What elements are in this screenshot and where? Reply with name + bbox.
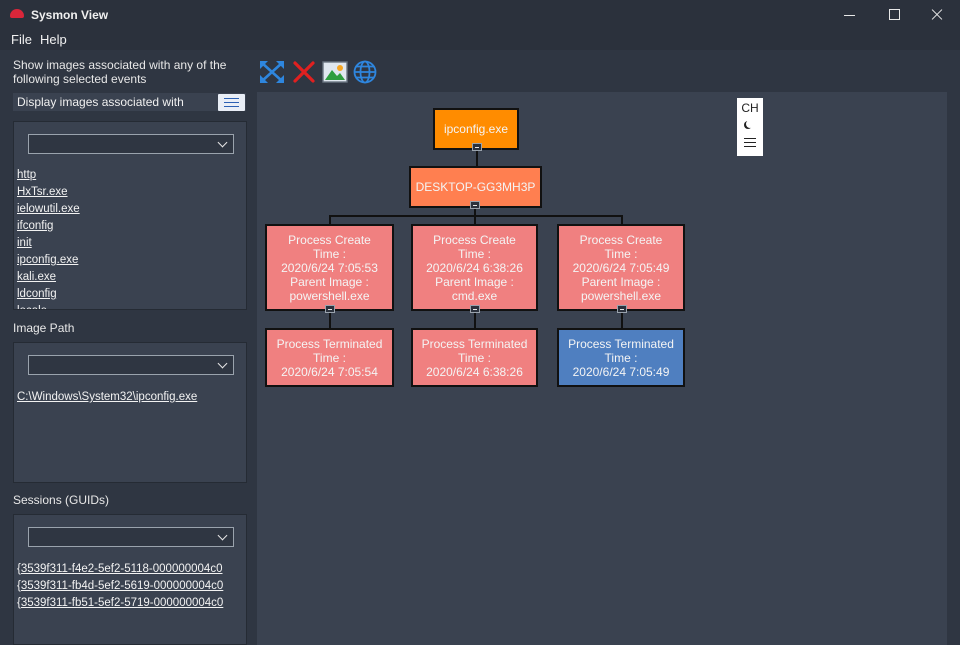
process-create-node[interactable]: Process Create Time : 2020/6/24 7:05:49 … [557,224,685,311]
image-path-dropdown[interactable] [28,355,234,375]
graph-canvas[interactable]: ipconfig.exe DESKTOP-GG3MH3P Process Cre… [257,92,947,645]
filter-panel: Show images associated with any of the f… [0,50,254,645]
event-parent-image: cmd.exe [451,288,498,303]
filter-description: Show images associated with any of the f… [13,58,227,86]
menu-bar: File Help [0,30,960,50]
list-item-link[interactable]: locale [17,305,47,309]
event-time-label: Time : [458,246,491,261]
event-time: 2020/6/24 6:38:26 [426,364,523,379]
event-time: 2020/6/24 7:05:54 [281,364,378,379]
list-item-link[interactable]: C:\Windows\System32\ipconfig.exe [17,391,197,403]
list-item-link[interactable]: ipconfig.exe [17,254,78,266]
connector [474,311,476,329]
list-item-link[interactable]: init [17,237,32,249]
event-parent-label: Parent Image : [581,274,661,289]
list-item-link[interactable]: {3539f311-f4e2-5ef2-5118-000000004c0 [17,563,222,575]
list-item-link[interactable]: ielowutil.exe [17,203,80,215]
menu-help[interactable]: Help [40,32,67,47]
collapse-toggle[interactable] [470,201,480,209]
connector [329,311,331,329]
chevron-down-icon [217,530,228,541]
event-time: 2020/6/24 7:05:49 [572,260,670,275]
collapse-toggle[interactable] [617,305,627,313]
list-item-link[interactable]: ldconfig [17,288,57,300]
window-title: Sysmon View [31,8,109,22]
event-parent-image: powershell.exe [580,288,662,303]
event-title: Process Terminated [568,336,674,351]
sessions-dropdown[interactable] [28,527,234,547]
list-icon [224,98,239,99]
process-create-node[interactable]: Process Create Time : 2020/6/24 6:38:26 … [411,224,538,311]
minimize-button[interactable] [826,0,872,30]
minimize-icon [844,15,855,16]
event-title: Process Create [579,232,663,247]
sessions-label: Sessions (GUIDs) [13,493,110,507]
collapse-toggle[interactable] [472,143,482,151]
image-export-icon[interactable] [322,60,348,84]
expand-icon[interactable] [259,60,285,84]
clear-icon[interactable] [291,60,317,84]
menu-icon[interactable] [744,138,756,139]
root-image-label: ipconfig.exe [443,122,509,136]
collapse-toggle[interactable] [470,305,480,313]
event-time-label: Time : [313,350,346,365]
display-images-label: Display images associated with [17,95,184,109]
event-title: Process Create [288,232,371,247]
collapse-toggle[interactable] [325,305,335,313]
event-parent-label: Parent Image : [290,274,369,289]
display-images-bar: Display images associated with [13,93,246,111]
sessions-group: {3539f311-f4e2-5ef2-5118-000000004c0 {353… [13,514,247,645]
event-time-label: Time : [458,350,491,365]
event-time-label: Time : [604,350,638,365]
app-icon [10,9,24,18]
globe-icon[interactable] [352,60,378,84]
images-filter-dropdown[interactable] [28,134,234,154]
connector [476,150,478,166]
connector [329,215,623,217]
list-item-link[interactable]: kali.exe [17,271,56,283]
event-title: Process Create [433,232,516,247]
list-item-link[interactable]: HxTsr.exe [17,186,68,198]
event-title: Process Terminated [421,336,528,351]
process-terminated-node[interactable]: Process Terminated Time : 2020/6/24 6:38… [411,328,538,387]
title-bar: Sysmon View [0,0,960,30]
list-item-link[interactable]: {3539f311-fb4d-5ef2-5619-000000004c0 [17,580,223,592]
list-item-link[interactable]: ifconfig [17,220,53,232]
event-time: 2020/6/24 6:38:26 [426,260,523,275]
chevron-down-icon [217,358,228,369]
close-button[interactable] [914,0,960,30]
process-terminated-node[interactable]: Process Terminated Time : 2020/6/24 7:05… [265,328,394,387]
event-title: Process Terminated [276,336,383,351]
host-label: DESKTOP-GG3MH3P [415,180,536,194]
image-path-group: C:\Windows\System32\ipconfig.exe [13,342,247,483]
list-view-button[interactable] [218,94,245,111]
event-time-label: Time : [604,246,638,261]
layout-label: CH [741,101,759,115]
event-time: 2020/6/24 7:05:53 [281,260,378,275]
event-time-label: Time : [313,246,346,261]
images-group: http HxTsr.exe ielowutil.exe ifconfig init ip… [13,121,247,310]
event-parent-image: powershell.exe [289,288,370,303]
process-terminated-node-selected[interactable]: Process Terminated Time : 2020/6/24 7:05… [557,328,685,387]
maximize-icon [889,9,900,20]
maximize-button[interactable] [871,0,917,30]
list-item-link[interactable]: http [17,169,36,181]
event-time: 2020/6/24 7:05:49 [572,364,670,379]
moon-icon[interactable] [746,120,754,128]
event-parent-label: Parent Image : [435,274,514,289]
chevron-down-icon [217,137,228,148]
process-create-node[interactable]: Process Create Time : 2020/6/24 7:05:53 … [265,224,394,311]
list-item-link[interactable]: {3539f311-fb51-5ef2-5719-000000004c0 [17,597,223,609]
connector [621,311,623,329]
image-path-label: Image Path [13,321,75,335]
menu-file[interactable]: File [11,32,32,47]
layout-widget[interactable]: CH [737,98,763,156]
